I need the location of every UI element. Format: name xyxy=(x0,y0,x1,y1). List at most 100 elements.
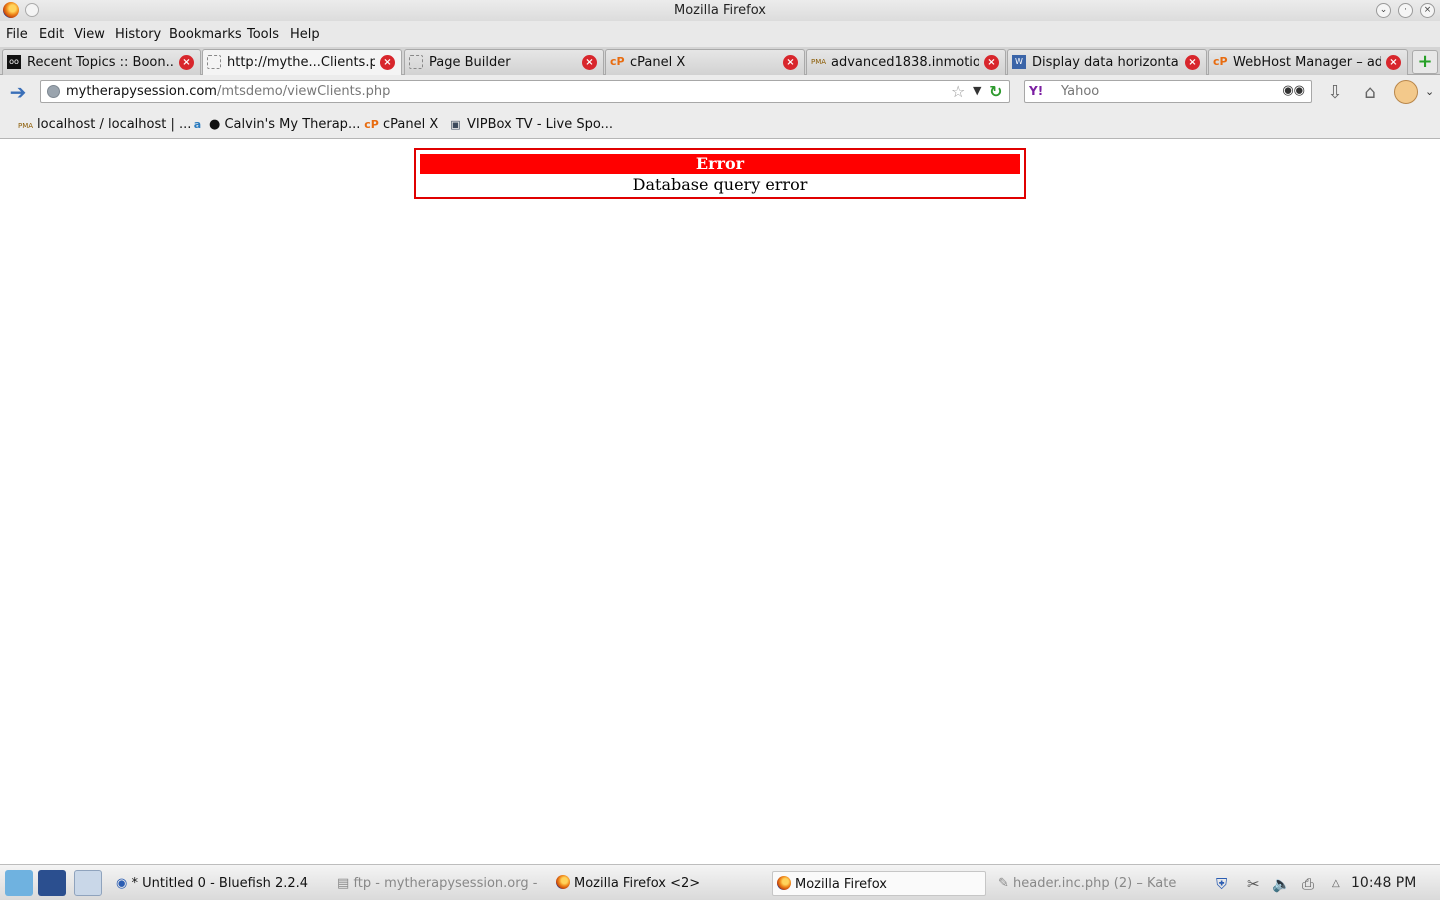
task-label: ftp - mytherapysession.org - inc xyxy=(353,876,541,891)
url-bar[interactable]: mytherapysession.com/mtsdemo/viewClients… xyxy=(40,80,1010,103)
task-firefox-2[interactable]: Mozilla Firefox <2> xyxy=(552,871,762,896)
bookmark-label: VIPBox TV - Live Spo... xyxy=(467,117,613,132)
window-title: Mozilla Firefox xyxy=(674,3,766,18)
bookmark-vipbox[interactable]: ▣ VIPBox TV - Live Spo... xyxy=(448,117,613,132)
menu-help[interactable]: Help xyxy=(290,27,320,42)
shield-icon[interactable]: ⛨ xyxy=(1216,875,1227,893)
tab-label: WebHost Manager – ad... xyxy=(1233,55,1381,70)
bookmark-label: cPanel X xyxy=(383,117,439,132)
history-dropdown-icon[interactable]: ▼ xyxy=(973,84,981,97)
bookmark-label: ● Calvin's My Therap... xyxy=(209,117,361,132)
close-tab-icon[interactable]: × xyxy=(984,55,999,70)
navigation-bar: ➔ mytherapysession.com/mtsdemo/viewClien… xyxy=(0,75,1440,110)
menu-file[interactable]: File xyxy=(6,27,28,42)
maximize-icon[interactable]: ⋅ xyxy=(1398,3,1413,18)
bookmark-cpanel[interactable]: cP cPanel X xyxy=(364,117,438,132)
tab-view-clients[interactable]: http://mythe...Clients.php × xyxy=(202,49,402,76)
back-arrow-icon[interactable]: ➔ xyxy=(6,80,30,104)
bookmark-localhost[interactable]: PMA localhost / localhost | ... xyxy=(18,117,191,132)
search-input[interactable] xyxy=(1061,83,1281,100)
close-tab-icon[interactable]: × xyxy=(582,55,597,70)
taskbar: ◉ * Untitled 0 - Bluefish 2.2.4 ▤ ftp - … xyxy=(0,864,1440,900)
tab-strip: oo Recent Topics :: Boon... × http://myt… xyxy=(0,47,1440,76)
page-content: Error Database query error xyxy=(0,140,1440,864)
url-host: mytherapysession.com xyxy=(66,84,217,99)
tab-label: advanced1838.inmotion... xyxy=(831,55,979,70)
pma-icon: PMA xyxy=(18,122,34,130)
bookmarks-bar: PMA localhost / localhost | ... a ● Calvin… xyxy=(0,110,1440,139)
menu-tools[interactable]: Tools xyxy=(247,27,279,42)
task-ftp[interactable]: ▤ ftp - mytherapysession.org - inc xyxy=(333,871,541,896)
tab-advanced-inmotion[interactable]: PMA advanced1838.inmotion... × xyxy=(806,49,1006,75)
tab-label: Display data horizontall... xyxy=(1032,55,1180,70)
scissors-icon[interactable]: ✂ xyxy=(1247,875,1260,893)
task-label: header.inc.php (2) – Kate xyxy=(1013,876,1177,891)
menu-history[interactable]: History xyxy=(115,27,161,42)
task-label: Mozilla Firefox xyxy=(795,877,887,892)
bookmark-label: localhost / localhost | ... xyxy=(37,117,192,132)
minimize-icon[interactable]: ⌄ xyxy=(1376,3,1391,18)
binoculars-icon[interactable]: ◉◉ xyxy=(1282,83,1305,98)
error-message: Database query error xyxy=(632,175,808,194)
file-manager-icon[interactable] xyxy=(74,870,102,896)
tab-label: cPanel X xyxy=(630,55,686,70)
url-path: /mtsdemo/viewClients.php xyxy=(216,84,391,99)
wp-icon: W xyxy=(1012,55,1026,69)
close-tab-icon[interactable]: × xyxy=(1386,55,1401,70)
printer-icon[interactable]: ⎙ xyxy=(1302,875,1314,893)
task-firefox[interactable]: Mozilla Firefox xyxy=(772,871,986,896)
menu-bar: File Edit View History Bookmarks Tools H… xyxy=(0,21,1440,47)
page-icon xyxy=(207,55,221,69)
menu-bookmarks[interactable]: Bookmarks xyxy=(169,27,242,42)
chevron-down-icon[interactable]: ⌄ xyxy=(1425,85,1434,98)
clock[interactable]: 10:48 PM xyxy=(1351,875,1416,891)
close-tab-icon[interactable]: × xyxy=(179,55,194,70)
bookmark-calvins-therapy[interactable]: a ● Calvin's My Therap... xyxy=(190,117,361,132)
pma-icon: PMA xyxy=(811,58,827,66)
amazon-icon: a xyxy=(193,118,202,131)
desktop-icon[interactable] xyxy=(38,870,66,896)
tab-page-builder[interactable]: Page Builder × xyxy=(404,49,604,75)
site-identity-icon[interactable] xyxy=(47,85,60,98)
tab-label: Page Builder xyxy=(429,55,511,70)
url-text[interactable]: mytherapysession.com/mtsdemo/viewClients… xyxy=(66,84,390,99)
fb-icon: oo xyxy=(7,55,21,69)
task-label: * Untitled 0 - Bluefish 2.2.4 xyxy=(131,876,309,891)
bluefish-icon: ◉ xyxy=(116,876,128,891)
task-bluefish[interactable]: ◉ * Untitled 0 - Bluefish 2.2.4 xyxy=(112,871,327,896)
bookmark-star-icon[interactable]: ☆ xyxy=(951,82,965,101)
reload-icon[interactable]: ↻ xyxy=(989,82,1002,101)
home-icon[interactable]: ⌂ xyxy=(1358,81,1382,105)
tab-display-data[interactable]: W Display data horizontall... × xyxy=(1007,49,1207,75)
start-menu-icon[interactable] xyxy=(5,870,33,896)
tab-cpanel[interactable]: cP cPanel X × xyxy=(605,49,805,75)
firefox-icon xyxy=(556,875,570,889)
kate-icon: ✎ xyxy=(998,876,1009,891)
menu-edit[interactable]: Edit xyxy=(39,27,64,42)
search-bar[interactable]: Y! ◉◉ xyxy=(1024,80,1312,103)
volume-icon[interactable]: 🔈 xyxy=(1272,875,1291,893)
task-kate[interactable]: ✎ header.inc.php (2) – Kate xyxy=(994,871,1194,896)
close-tab-icon[interactable]: × xyxy=(783,55,798,70)
close-tab-icon[interactable]: × xyxy=(1185,55,1200,70)
error-box: Error Database query error xyxy=(414,148,1026,199)
cpanel-icon: cP xyxy=(1213,55,1228,68)
task-label: Mozilla Firefox <2> xyxy=(574,876,701,891)
close-window-icon[interactable]: × xyxy=(1420,3,1435,18)
tab-recent-topics[interactable]: oo Recent Topics :: Boon... × xyxy=(2,49,201,75)
download-arrow-icon[interactable]: ⇩ xyxy=(1323,81,1347,105)
error-title: Error xyxy=(420,154,1020,174)
tab-label: http://mythe...Clients.php xyxy=(227,55,375,70)
title-bar: Mozilla Firefox ⌄ ⋅ × xyxy=(0,0,1440,21)
ftp-icon: ▤ xyxy=(337,876,350,891)
tray-expand-icon[interactable]: △ xyxy=(1332,878,1340,889)
tab-webhost-manager[interactable]: cP WebHost Manager – ad... × xyxy=(1208,49,1408,75)
cpanel-icon: cP xyxy=(610,55,625,68)
tab-label: Recent Topics :: Boon... xyxy=(27,55,174,70)
search-engine-icon[interactable]: Y! xyxy=(1029,84,1043,98)
avatar-icon[interactable] xyxy=(1394,80,1418,104)
firefox-icon xyxy=(777,876,791,890)
close-tab-icon[interactable]: × xyxy=(380,55,395,70)
new-tab-button[interactable]: + xyxy=(1412,50,1438,74)
menu-view[interactable]: View xyxy=(74,27,105,42)
